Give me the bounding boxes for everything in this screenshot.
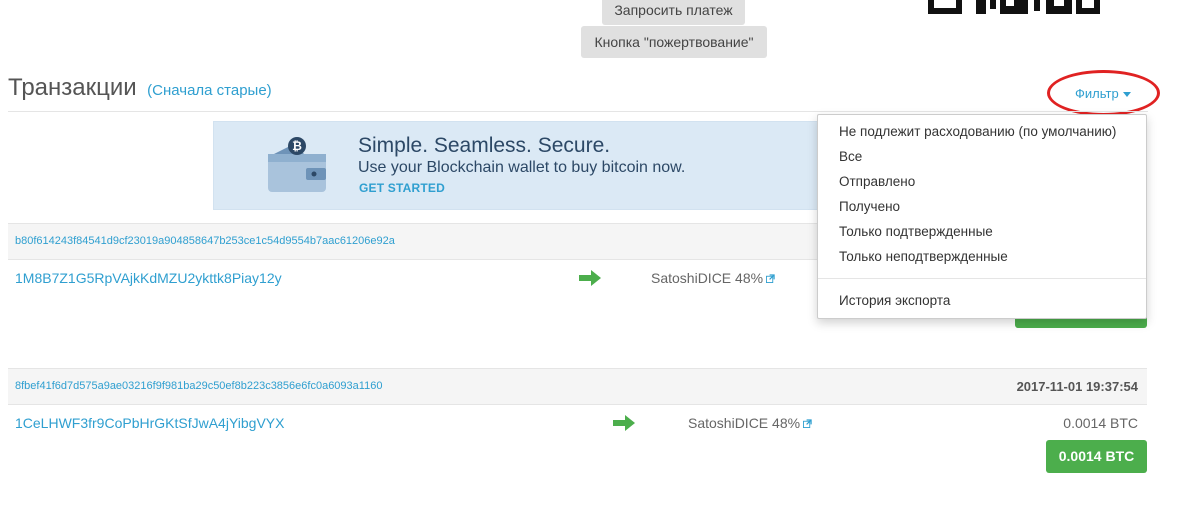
promo-banner[interactable]: ₿ Simple. Seamless. Secure. Use your Blo…	[213, 121, 823, 210]
filter-option-all[interactable]: Все	[839, 149, 862, 164]
tx-hash-link[interactable]: 8fbef41f6d7d575a9ae03216f9f981ba29c50ef8…	[15, 380, 382, 392]
page-title: Транзакции	[8, 74, 137, 101]
tx-from-address[interactable]: 1M8B7Z1G5RpVAjkKdMZU2ykttk8Piay12y	[15, 270, 282, 286]
filter-option-unconfirmed-only[interactable]: Только неподтвержденные	[839, 249, 1008, 264]
tx-recipient-text: SatoshiDICE 48%	[688, 415, 801, 431]
filter-dropdown-menu: Не подлежит расходованию (по умолчанию) …	[817, 114, 1147, 319]
export-history-option[interactable]: История экспорта	[839, 293, 950, 308]
request-payment-button[interactable]: Запросить платеж	[602, 0, 745, 25]
filter-label: Фильтр	[1075, 86, 1119, 101]
tx-hash-bar: 8fbef41f6d7d575a9ae03216f9f981ba29c50ef8…	[8, 368, 1147, 405]
external-link-icon	[766, 274, 775, 283]
external-link-icon	[803, 419, 812, 428]
menu-divider	[818, 278, 1146, 279]
transactions-header: Транзакции (Сначала старые)	[8, 74, 272, 102]
banner-title: Simple. Seamless. Secure.	[358, 134, 611, 157]
filter-dropdown-toggle[interactable]: Фильтр	[1075, 86, 1131, 101]
tx-amount-button[interactable]: 0.0014 BTC	[1046, 440, 1147, 473]
get-started-link[interactable]: GET STARTED	[359, 181, 445, 195]
tx-recipient-label[interactable]: SatoshiDICE 48%	[688, 415, 812, 431]
donation-button[interactable]: Кнопка "пожертвование"	[581, 26, 767, 58]
tx-amount: 0.0014 BTC	[1063, 415, 1138, 431]
banner-subtitle: Use your Blockchain wallet to buy bitcoi…	[358, 159, 686, 176]
tx-recipient-text: SatoshiDICE 48%	[651, 270, 764, 286]
filter-option-unspendable-default[interactable]: Не подлежит расходованию (по умолчанию)	[839, 124, 1116, 139]
arrow-right-icon	[579, 270, 601, 286]
tx-date: 2017-11-01 19:37:54	[1016, 379, 1138, 394]
tx-from-address[interactable]: 1CeLHWF3fr9CoPbHrGKtSfJwA4jYibgVYX	[15, 415, 284, 431]
caret-down-icon	[1122, 92, 1131, 98]
qr-code	[926, 0, 1106, 16]
svg-text:₿: ₿	[292, 139, 302, 153]
filter-option-received[interactable]: Получено	[839, 199, 900, 214]
filter-option-confirmed-only[interactable]: Только подтвержденные	[839, 224, 993, 239]
wallet-icon: ₿	[268, 137, 326, 192]
tx-recipient-label[interactable]: SatoshiDICE 48%	[651, 270, 775, 286]
header-divider	[8, 111, 1148, 112]
sort-order-link[interactable]: (Сначала старые)	[147, 82, 272, 99]
filter-option-sent[interactable]: Отправлено	[839, 174, 915, 189]
arrow-right-icon	[613, 415, 635, 431]
tx-hash-link[interactable]: b80f614243f84541d9cf23019a904858647b253c…	[15, 235, 395, 247]
